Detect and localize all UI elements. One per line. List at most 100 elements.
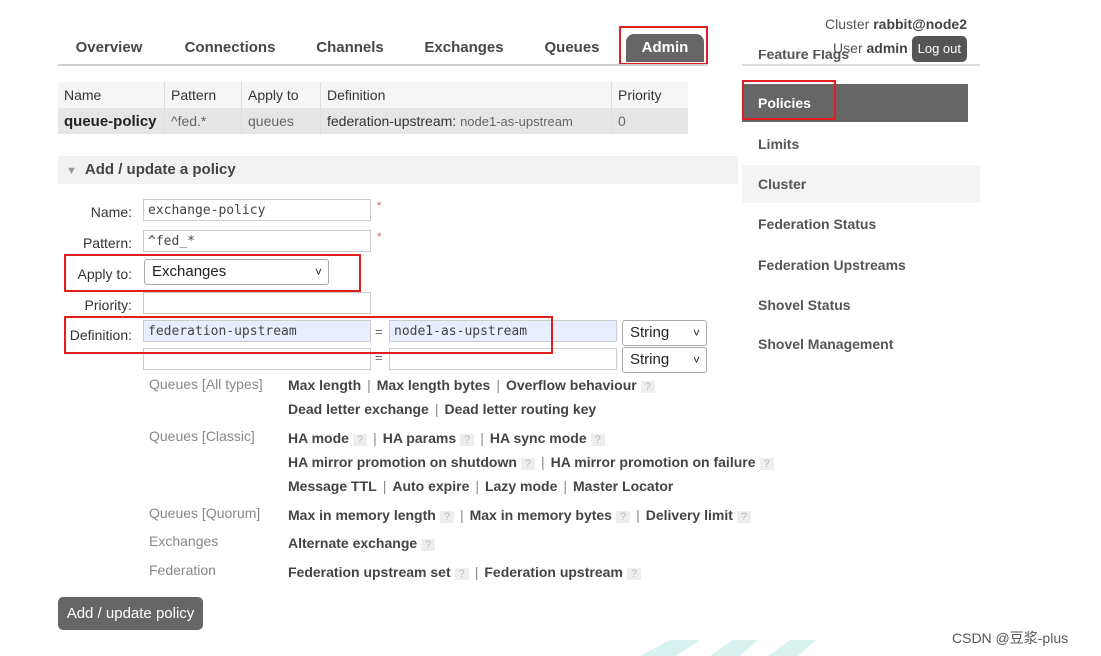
apply-to-select[interactable]: Exchanges ˅ bbox=[144, 259, 329, 285]
tab-connections[interactable]: Connections bbox=[176, 34, 284, 62]
tab-overview[interactable]: Overview bbox=[66, 34, 152, 62]
option-dead-letter-routing-key[interactable]: Dead letter routing key bbox=[444, 401, 596, 417]
sidebar-item-shovel-management[interactable]: Shovel Management bbox=[742, 325, 968, 363]
name-required-mark: * bbox=[377, 200, 382, 212]
tab-exchanges[interactable]: Exchanges bbox=[416, 34, 512, 62]
policy-priority: 0 bbox=[611, 108, 688, 134]
section-title: Add / update a policy bbox=[84, 161, 236, 178]
tab-queues[interactable]: Queues bbox=[536, 34, 608, 62]
option-ha-promotion-shutdown[interactable]: HA mirror promotion on shutdown bbox=[288, 454, 517, 470]
add-update-policy-button[interactable]: Add / update policy bbox=[58, 597, 203, 630]
sidebar-item-feature-flags-label: Feature Flags bbox=[758, 50, 850, 62]
separator: | bbox=[373, 430, 377, 446]
options-queues-all-line2: Dead letter exchange | Dead letter routing… bbox=[288, 401, 596, 417]
watermark: CSDN @豆浆-plus bbox=[952, 630, 1069, 646]
group-label-exchanges: Exchanges bbox=[149, 533, 219, 549]
option-master-locator[interactable]: Master Locator bbox=[573, 478, 673, 494]
tab-admin[interactable]: Admin bbox=[626, 34, 704, 62]
equals-sign: = bbox=[375, 350, 383, 365]
option-overflow-behaviour[interactable]: Overflow behaviour bbox=[506, 377, 637, 393]
option-alternate-exchange[interactable]: Alternate exchange bbox=[288, 535, 417, 551]
pattern-input[interactable]: ^fed_* bbox=[143, 230, 371, 252]
options-federation-line1: Federation upstream set? | Federation upst… bbox=[288, 564, 641, 580]
help-icon[interactable]: ? bbox=[640, 381, 655, 393]
group-label-queues-all: Queues [All types] bbox=[149, 376, 263, 392]
add-policy-section-header[interactable]: ▼ Add / update a policy bbox=[58, 156, 738, 184]
cluster-name: rabbit@node2 bbox=[873, 16, 967, 32]
decorative-shapes bbox=[640, 640, 816, 656]
policy-pattern: ^fed.* bbox=[164, 108, 242, 134]
table-row: queue-policy ^fed.* queues federation-up… bbox=[58, 108, 688, 134]
definition-value-input-1[interactable]: node1-as-upstream bbox=[389, 320, 617, 342]
chevron-down-icon: ˅ bbox=[692, 353, 700, 367]
cluster-label: Cluster bbox=[824, 16, 870, 32]
help-icon[interactable]: ? bbox=[520, 458, 536, 470]
sidebar-item-limits[interactable]: Limits bbox=[742, 125, 968, 163]
option-dead-letter-exchange[interactable]: Dead letter exchange bbox=[288, 401, 429, 417]
sidebar-item-federation-status[interactable]: Federation Status bbox=[742, 205, 968, 243]
chevron-down-icon: ˅ bbox=[692, 326, 700, 340]
sidebar-item-shovel-status[interactable]: Shovel Status bbox=[742, 286, 968, 324]
priority-label: Priority: bbox=[84, 297, 132, 313]
option-max-length-bytes[interactable]: Max length bytes bbox=[377, 377, 491, 393]
group-label-queues-quorum: Queues [Quorum] bbox=[149, 505, 261, 521]
policy-name-link[interactable]: queue-policy bbox=[58, 108, 165, 134]
option-ha-mode[interactable]: HA mode bbox=[288, 430, 349, 446]
help-icon[interactable]: ? bbox=[421, 539, 436, 551]
sidebar-item-cluster[interactable]: Cluster bbox=[742, 165, 980, 203]
group-label-federation: Federation bbox=[149, 562, 216, 578]
options-queues-classic-line2: HA mirror promotion on shutdown? | HA mirr… bbox=[288, 454, 774, 470]
separator: | bbox=[367, 377, 371, 393]
sidebar-item-policies[interactable]: Policies bbox=[742, 84, 968, 122]
help-icon[interactable]: ? bbox=[460, 434, 475, 446]
group-label-queues-classic: Queues [Classic] bbox=[149, 428, 255, 444]
name-input[interactable]: exchange-policy bbox=[143, 199, 371, 221]
option-ha-params[interactable]: HA params bbox=[383, 430, 456, 446]
definition-type-select-2[interactable]: String ˅ bbox=[622, 347, 707, 373]
sidebar-divider bbox=[742, 64, 980, 66]
definition-value-input-2[interactable] bbox=[389, 348, 617, 370]
definition-type-select-1[interactable]: String ˅ bbox=[622, 320, 707, 346]
option-ha-sync-mode[interactable]: HA sync mode bbox=[490, 430, 587, 446]
separator: | bbox=[474, 564, 479, 580]
help-icon[interactable]: ? bbox=[439, 511, 454, 523]
options-queues-classic-line3: Message TTL | Auto expire | Lazy mode | Master… bbox=[288, 478, 673, 494]
apply-to-selected-value: Exchanges bbox=[152, 263, 227, 280]
option-delivery-limit[interactable]: Delivery limit bbox=[646, 507, 733, 523]
tab-channels[interactable]: Channels bbox=[308, 34, 392, 62]
option-max-in-memory-length[interactable]: Max in memory length bbox=[288, 507, 436, 523]
pattern-label: Pattern: bbox=[82, 235, 132, 251]
option-auto-expire[interactable]: Auto expire bbox=[392, 478, 469, 494]
options-queues-classic-line1: HA mode? | HA params? | HA sync mode? bbox=[288, 430, 605, 446]
options-queues-all-line1: Max length | Max length bytes | Overflow beh… bbox=[288, 377, 655, 393]
help-icon[interactable]: ? bbox=[615, 511, 631, 523]
definition-key-input-1[interactable]: federation-upstream bbox=[143, 320, 371, 342]
definition-key-input-2[interactable] bbox=[143, 348, 371, 370]
equals-sign: = bbox=[375, 324, 383, 339]
option-lazy-mode[interactable]: Lazy mode bbox=[485, 478, 557, 494]
option-message-ttl[interactable]: Message TTL bbox=[288, 478, 377, 494]
policy-apply-to: queues bbox=[241, 108, 321, 134]
name-label: Name: bbox=[90, 204, 132, 220]
sidebar-item-federation-upstreams[interactable]: Federation Upstreams bbox=[742, 246, 968, 284]
separator: | bbox=[459, 507, 464, 523]
pattern-required-mark: * bbox=[377, 231, 382, 243]
option-max-length[interactable]: Max length bbox=[288, 377, 361, 393]
column-header-apply-to: Apply to bbox=[241, 82, 321, 108]
help-icon[interactable]: ? bbox=[736, 511, 752, 523]
help-icon[interactable]: ? bbox=[626, 568, 641, 580]
help-icon[interactable]: ? bbox=[352, 434, 368, 446]
priority-input[interactable] bbox=[143, 292, 371, 314]
help-icon[interactable]: ? bbox=[590, 434, 605, 446]
column-header-priority: Priority bbox=[611, 82, 688, 108]
option-ha-promotion-failure[interactable]: HA mirror promotion on failure bbox=[551, 454, 756, 470]
separator: | bbox=[480, 430, 484, 446]
option-federation-upstream-set[interactable]: Federation upstream set bbox=[288, 564, 451, 580]
help-icon[interactable]: ? bbox=[759, 458, 774, 470]
definition-type-value-2: String bbox=[630, 351, 670, 368]
nav-divider bbox=[58, 64, 708, 66]
collapse-triangle-icon: ▼ bbox=[66, 165, 77, 177]
option-federation-upstream[interactable]: Federation upstream bbox=[484, 564, 622, 580]
help-icon[interactable]: ? bbox=[454, 568, 469, 580]
option-max-in-memory-bytes[interactable]: Max in memory bytes bbox=[470, 507, 612, 523]
